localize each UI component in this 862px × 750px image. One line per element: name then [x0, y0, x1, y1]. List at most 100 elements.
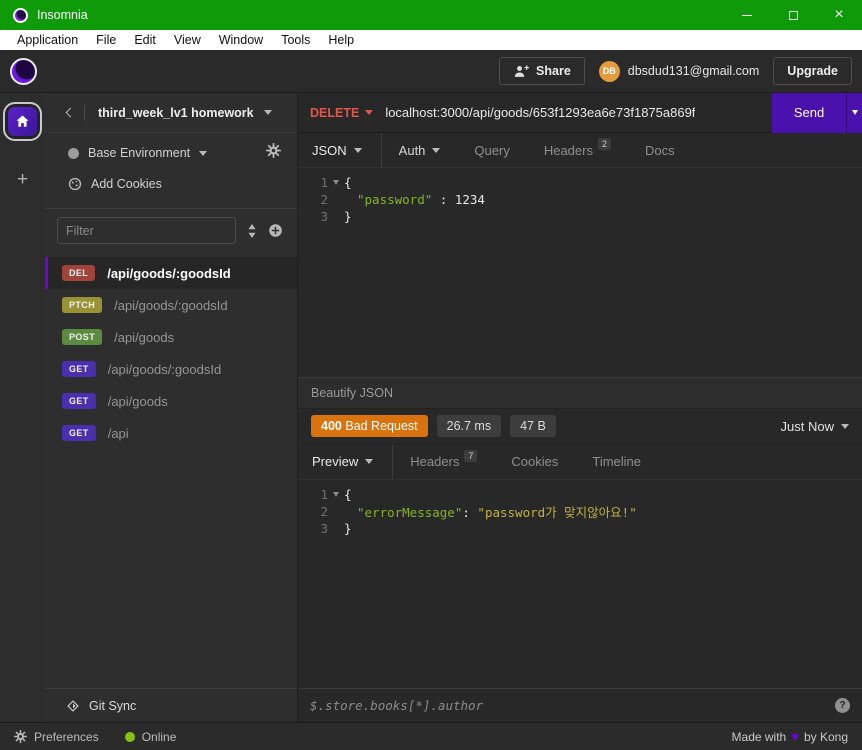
add-workspace-button[interactable]: +: [17, 169, 28, 191]
main-panel: DELETE localhost:3000/api/goods/653f1293…: [297, 92, 862, 722]
close-icon: ×: [834, 6, 844, 23]
minimize-icon: [742, 14, 752, 16]
request-item-patch-goodsid[interactable]: PTCH /api/goods/:goodsId: [45, 289, 297, 321]
environment-settings-button[interactable]: [266, 143, 281, 163]
request-path: /api: [107, 425, 129, 441]
tab-auth[interactable]: Auth: [382, 133, 458, 167]
tab-preview[interactable]: Preview: [298, 444, 394, 479]
insomnia-window: Insomnia × Application File Edit View Wi…: [0, 0, 862, 750]
menu-file[interactable]: File: [87, 33, 125, 47]
share-button[interactable]: Share: [499, 57, 585, 85]
request-item-post-goods[interactable]: POST /api/goods: [45, 321, 297, 353]
maximize-icon: [788, 10, 798, 20]
send-button[interactable]: Send: [772, 92, 846, 133]
response-history-dropdown[interactable]: Just Now: [781, 419, 849, 434]
request-body-editor[interactable]: 1 { 2 "password" : 1234 3 }: [298, 168, 862, 377]
headers-count-badge: 2: [597, 138, 611, 150]
help-icon[interactable]: ?: [835, 698, 850, 713]
tab-headers[interactable]: Headers 2: [527, 133, 628, 167]
request-path: /api/goods/:goodsId: [114, 297, 228, 313]
menu-help[interactable]: Help: [319, 33, 363, 47]
url-input[interactable]: localhost:3000/api/goods/653f1293ea6e73f…: [385, 105, 695, 120]
beautify-json-button[interactable]: Beautify JSON: [298, 376, 862, 409]
workspace-home-button[interactable]: [8, 107, 37, 136]
tab-label: Auth: [398, 142, 426, 158]
title-bar: Insomnia ×: [0, 0, 862, 30]
headers-count-badge: 7: [464, 449, 478, 462]
chevron-down-icon: [199, 150, 208, 156]
request-filter-input[interactable]: [57, 217, 236, 244]
back-chevron-icon[interactable]: [65, 107, 76, 118]
preferences-button[interactable]: Preferences: [14, 730, 99, 744]
minimize-button[interactable]: [724, 0, 770, 30]
environment-selector[interactable]: Base Environment: [45, 136, 297, 170]
response-tab-bar: Preview Headers 7 Cookies Timeline: [298, 444, 862, 480]
code-text: "errorMessage": "password가 맞지않아요!": [357, 504, 637, 520]
git-sync-button[interactable]: Git Sync: [45, 688, 297, 722]
request-item-get-api[interactable]: GET /api: [45, 417, 297, 449]
request-path: /api/goods/:goodsId: [107, 361, 222, 377]
tab-label: Preview: [312, 454, 359, 469]
tab-label: JSON: [312, 142, 347, 158]
method-badge: GET: [62, 425, 96, 441]
jsonpath-filter-input[interactable]: [310, 698, 835, 713]
work-area: + third_week_lv1 homework Base Environme…: [0, 92, 862, 722]
request-item-get-goods[interactable]: GET /api/goods: [45, 385, 297, 417]
insomnia-logo[interactable]: [10, 57, 37, 85]
line-number: 3: [320, 520, 328, 536]
heart-icon: ♥: [791, 729, 799, 744]
fold-toggle[interactable]: [328, 180, 344, 185]
share-person-plus-icon: [514, 65, 529, 77]
tab-timeline[interactable]: Timeline: [575, 445, 658, 479]
code-line: 3 }: [298, 208, 862, 225]
maximize-button[interactable]: [770, 0, 816, 30]
response-size-badge: 47 B: [510, 415, 556, 437]
git-sync-label: Git Sync: [89, 698, 137, 713]
account-menu[interactable]: DB dbsdud131@gmail.com: [595, 60, 764, 82]
online-dot-icon: [124, 731, 135, 742]
environment-label: Base Environment: [88, 146, 191, 160]
code-line: 3 }: [298, 520, 862, 537]
tab-query[interactable]: Query: [457, 133, 526, 167]
menu-application[interactable]: Application: [8, 33, 87, 47]
sort-icon[interactable]: [247, 223, 257, 238]
window-title: Insomnia: [37, 8, 88, 22]
line-number: 3: [320, 209, 328, 224]
menu-edit[interactable]: Edit: [125, 33, 165, 47]
code-text: "password" : 1234: [357, 192, 485, 207]
menu-view[interactable]: View: [165, 33, 210, 47]
send-options-button[interactable]: [846, 92, 862, 133]
add-cookies-button[interactable]: Add Cookies: [45, 170, 297, 198]
gear-icon: [14, 730, 27, 743]
menu-bar: Application File Edit View Window Tools …: [0, 30, 862, 50]
response-body-viewer[interactable]: 1 { 2 "errorMessage": "password가 맞지않아요!"…: [298, 480, 862, 689]
tab-cookies[interactable]: Cookies: [494, 445, 575, 479]
method-dropdown[interactable]: DELETE: [310, 106, 359, 120]
plus-circle-icon[interactable]: [268, 223, 283, 238]
online-status[interactable]: Online: [124, 730, 176, 744]
close-button[interactable]: ×: [816, 0, 862, 30]
line-number: 1: [320, 175, 328, 190]
tab-docs[interactable]: Docs: [628, 133, 692, 167]
workspace-title[interactable]: third_week_lv1 homework: [98, 106, 254, 120]
upgrade-button[interactable]: Upgrade: [773, 57, 852, 85]
menu-window[interactable]: Window: [210, 33, 272, 47]
response-meta-bar: 400 Bad Request 26.7 ms 47 B Just Now: [298, 409, 862, 445]
code-text: {: [344, 486, 352, 502]
status-bar: Preferences Online Made with ♥ by Kong: [0, 722, 862, 750]
code-line: 1 {: [298, 174, 862, 191]
cookie-icon: [68, 177, 82, 191]
method-badge: GET: [62, 361, 96, 377]
chevron-down-icon: [432, 147, 441, 153]
request-path: /api/goods: [114, 329, 175, 345]
home-icon: [16, 115, 29, 127]
request-item-get-goodsid[interactable]: GET /api/goods/:goodsId: [45, 353, 297, 385]
fold-toggle[interactable]: [328, 491, 344, 497]
menu-tools[interactable]: Tools: [272, 33, 319, 47]
chevron-down-icon: [841, 423, 849, 429]
share-label: Share: [536, 64, 571, 78]
git-sync-icon: [67, 699, 79, 712]
tab-body-json[interactable]: JSON: [298, 133, 382, 167]
tab-response-headers[interactable]: Headers 7: [393, 445, 494, 479]
request-item-delete-goodsid[interactable]: DEL /api/goods/:goodsId: [45, 257, 297, 289]
